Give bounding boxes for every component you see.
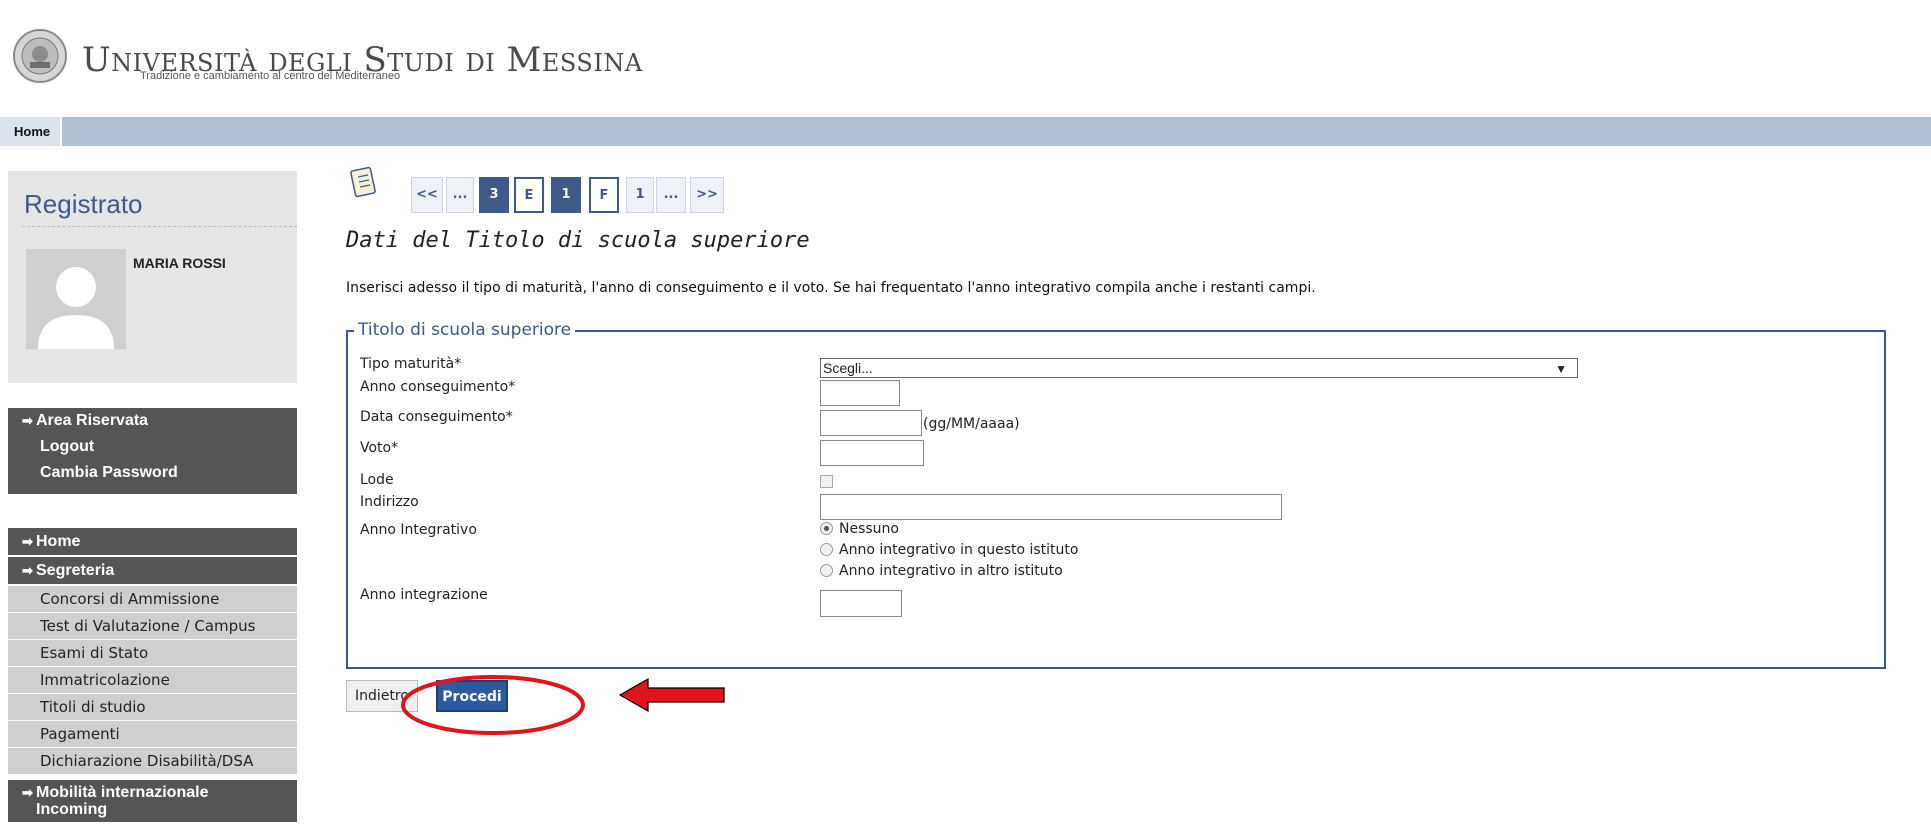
user-panel: Registrato MARIA ROSSI (8, 171, 297, 383)
annotation-arrow-icon (618, 677, 725, 713)
data-conseguimento-input[interactable] (820, 410, 922, 436)
anno-conseguimento-label: Anno conseguimento* (360, 379, 516, 395)
pager-step-e[interactable]: E (514, 177, 544, 213)
arrow-right-icon: ➡ (22, 413, 33, 428)
menu-segreteria-label: Segreteria (36, 562, 115, 579)
anno-integrazione-label: Anno integrazione (360, 587, 488, 603)
pager-step-3[interactable]: 3 (479, 177, 509, 213)
radio-altro-istituto-label: Anno integrativo in altro istituto (839, 563, 1063, 579)
menu-mobilita-line1: Mobilità internazionale (36, 784, 209, 801)
voto-label: Voto* (360, 440, 399, 456)
tipo-maturita-value: Scegli... (823, 360, 873, 376)
pager-step-current[interactable]: 1 (551, 177, 581, 213)
menu-mobilita[interactable]: ➡ Mobilità internazionale Incoming (8, 780, 297, 822)
radio-empty-icon[interactable] (820, 543, 833, 556)
data-format-hint: (gg/MM/aaaa) (923, 416, 1020, 432)
page-intro-text: Inserisci adesso il tipo di maturità, l'… (346, 280, 1316, 296)
arrow-right-icon: ➡ (22, 534, 33, 549)
radio-nessuno[interactable]: Nessuno (820, 521, 899, 537)
data-conseguimento-label: Data conseguimento* (360, 409, 513, 425)
indirizzo-input[interactable] (820, 494, 1282, 520)
tipo-maturita-label: Tipo maturità* (360, 356, 462, 372)
notepad-icon (350, 166, 376, 198)
radio-altro-istituto[interactable]: Anno integrativo in altro istituto (820, 563, 1063, 579)
menu-item-test-valutazione[interactable]: Test di Valutazione / Campus (8, 613, 297, 639)
topbar-home-link[interactable]: Home (0, 117, 63, 146)
annotation-highlight-ellipse (401, 675, 585, 735)
user-panel-divider (22, 226, 297, 227)
anno-integrativo-label: Anno Integrativo (360, 522, 477, 538)
menu-area-riservata-label: Area Riservata (36, 412, 149, 429)
university-seal-icon[interactable] (12, 28, 68, 84)
pager-step-next[interactable]: 1 (626, 177, 654, 213)
menu-item-titoli-studio[interactable]: Titoli di studio (8, 694, 297, 720)
pager-last[interactable]: >> (690, 177, 724, 213)
reserved-area-menu: ➡ Area Riservata Logout Cambia Password (8, 408, 297, 494)
anno-conseguimento-input[interactable] (820, 380, 900, 406)
select-caret-icon: ▼ (1555, 362, 1567, 376)
anno-integrazione-input[interactable] (820, 590, 902, 617)
menu-item-esami-stato[interactable]: Esami di Stato (8, 640, 297, 666)
indirizzo-label: Indirizzo (360, 494, 419, 510)
site-header: Università degli Studi di Messina Tradiz… (0, 0, 1931, 116)
tipo-maturita-select-box[interactable]: Scegli... ▼ (820, 358, 1578, 378)
radio-questo-istituto[interactable]: Anno integrativo in questo istituto (820, 542, 1078, 558)
menu-item-concorsi[interactable]: Concorsi di Ammissione (8, 586, 297, 612)
arrow-right-icon: ➡ (22, 785, 33, 800)
lode-checkbox[interactable] (820, 475, 833, 488)
titolo-scuola-fieldset: Titolo di scuola superiore Tipo maturità… (346, 320, 1886, 669)
user-avatar-icon (26, 249, 126, 349)
menu-logout[interactable]: Logout (8, 434, 297, 460)
menu-mobilita-line2: Incoming (36, 801, 108, 818)
radio-selected-icon[interactable] (820, 522, 833, 535)
user-status-title: Registrato (24, 189, 143, 219)
menu-area-riservata[interactable]: ➡ Area Riservata (8, 408, 297, 434)
menu-item-immatricolazione[interactable]: Immatricolazione (8, 667, 297, 693)
pager-step-f[interactable]: F (589, 177, 619, 213)
menu-home-label: Home (36, 533, 81, 550)
tipo-maturita-select[interactable]: Scegli... ▼ (820, 358, 1578, 378)
user-name: MARIA ROSSI (133, 255, 226, 271)
menu-cambia-password[interactable]: Cambia Password (8, 460, 297, 486)
menu-item-disabilita[interactable]: Dichiarazione Disabilità/DSA (8, 748, 297, 774)
radio-empty-icon[interactable] (820, 564, 833, 577)
pager-ellipsis-left[interactable]: ... (446, 177, 474, 213)
menu-segreteria[interactable]: ➡ Segreteria (8, 557, 297, 584)
fieldset-legend: Titolo di scuola superiore (354, 320, 576, 340)
sidebar: Registrato MARIA ROSSI (8, 171, 297, 383)
voto-input[interactable] (820, 440, 924, 466)
main-menu: ➡ Home ➡ Segreteria Concorsi di Ammissione… (8, 528, 297, 822)
radio-questo-istituto-label: Anno integrativo in questo istituto (839, 542, 1079, 558)
menu-item-pagamenti[interactable]: Pagamenti (8, 721, 297, 747)
arrow-right-icon: ➡ (22, 563, 33, 578)
lode-label: Lode (360, 472, 394, 488)
radio-nessuno-label: Nessuno (839, 521, 899, 537)
page-title: Dati del Titolo di scuola superiore (346, 228, 810, 253)
menu-home[interactable]: ➡ Home (8, 528, 297, 555)
top-navigation-bar: Home (0, 117, 1931, 146)
pager-ellipsis-right[interactable]: ... (656, 177, 686, 213)
university-tagline: Tradizione e cambiamento al centro del M… (140, 70, 401, 82)
pager-first[interactable]: << (411, 177, 443, 213)
